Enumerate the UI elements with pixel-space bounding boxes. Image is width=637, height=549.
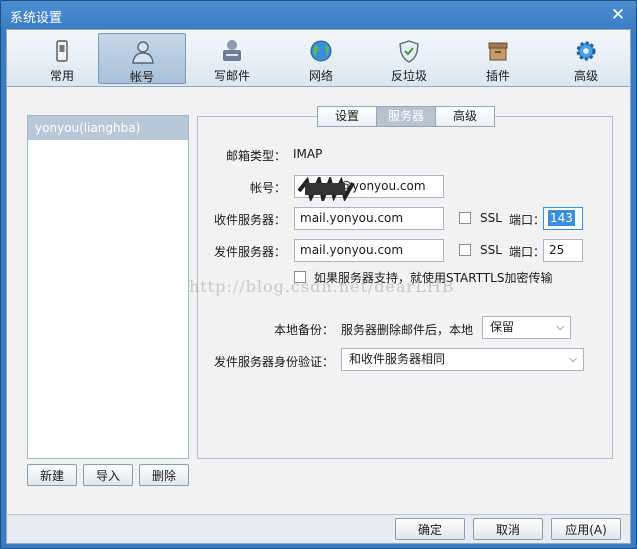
phone-icon (56, 40, 68, 62)
account-label: 帐号： (249, 181, 286, 195)
chevron-down-icon: ⌵ (556, 322, 564, 333)
account-list[interactable]: yonyou(lianghba) (27, 115, 189, 459)
ok-button[interactable]: 确定 (395, 518, 465, 540)
local-backup-label: 本地备份： (273, 323, 334, 337)
account-list-item[interactable]: yonyou(lianghba) (28, 116, 188, 140)
smtp-auth-value: 和收件服务器相同 (349, 352, 446, 366)
plugin-box-icon (488, 42, 508, 61)
tab-account-label: 帐号 (129, 70, 154, 84)
tab-compose-label: 写邮件 (213, 69, 250, 83)
local-backup-value: 保留 (490, 320, 515, 334)
apply-button[interactable]: 应用(A) (551, 518, 621, 540)
tab-antispam[interactable]: 反垃圾 (365, 33, 453, 84)
tab-antispam-label: 反垃圾 (390, 69, 427, 83)
shield-icon (399, 40, 419, 63)
tab-plugins-label: 插件 (485, 69, 510, 83)
outgoing-server-label: 发件服务器： (213, 245, 286, 259)
user-icon (132, 41, 154, 64)
incoming-port-label: 端口： (509, 213, 546, 227)
redaction-scribble (297, 177, 355, 201)
cancel-button[interactable]: 取消 (473, 518, 543, 540)
tab-advanced-label: 高级 (573, 69, 598, 83)
tab-compose[interactable]: 写邮件 (188, 33, 276, 84)
tab-common-label: 常用 (49, 69, 74, 83)
close-icon[interactable]: ✕ (608, 5, 628, 25)
tab-common[interactable]: 常用 (18, 33, 106, 84)
new-account-button[interactable]: 新建 (27, 464, 77, 486)
tab-advanced-account[interactable]: 高级 (435, 106, 495, 127)
incoming-ssl-checkbox[interactable] (459, 212, 471, 224)
gear-icon (576, 41, 596, 61)
tab-settings[interactable]: 设置 (317, 106, 377, 127)
incoming-ssl-label: SSL (480, 211, 502, 225)
settings-window: 系统设置 ✕ 常用 帐号 写邮件 网络 反垃圾 插件 高级 yonyou(lia… (0, 0, 637, 549)
local-backup-desc: 服务器删除邮件后，本地 (341, 323, 474, 337)
incoming-server-input[interactable]: mail.yonyou.com (294, 207, 444, 230)
mailbox-type-value: IMAP (293, 147, 323, 161)
smtp-auth-label: 发件服务器身份验证： (213, 355, 334, 369)
mailbox-type-label: 邮箱类型： (225, 149, 286, 163)
outgoing-port-label: 端口： (509, 245, 546, 259)
tab-advanced[interactable]: 高级 (542, 33, 630, 84)
incoming-port-input[interactable]: 143 (543, 207, 583, 230)
import-account-button[interactable]: 导入 (83, 464, 133, 486)
tab-account[interactable]: 帐号 (98, 33, 186, 84)
outgoing-port-input[interactable]: 25 (543, 239, 583, 262)
compose-icon (223, 40, 241, 61)
incoming-server-label: 收件服务器： (213, 213, 286, 227)
chevron-down-icon: ⌵ (569, 354, 577, 365)
tab-network-label: 网络 (308, 69, 333, 83)
outgoing-server-input[interactable]: mail.yonyou.com (294, 239, 444, 262)
tab-server[interactable]: 服务器 (376, 106, 436, 127)
outgoing-ssl-checkbox[interactable] (459, 244, 471, 256)
settings-toolbar: 常用 帐号 写邮件 网络 反垃圾 插件 高级 (6, 29, 631, 87)
outgoing-ssl-label: SSL (480, 243, 502, 257)
local-backup-select[interactable]: 保留 ⌵ (482, 316, 571, 339)
delete-account-button[interactable]: 删除 (139, 464, 189, 486)
tab-network[interactable]: 网络 (277, 33, 365, 84)
window-title: 系统设置 (10, 11, 63, 26)
tab-plugins[interactable]: 插件 (454, 33, 542, 84)
smtp-auth-select[interactable]: 和收件服务器相同 ⌵ (341, 348, 584, 371)
globe-icon (310, 40, 332, 62)
watermark: http://blog.csdn.net/dearLHB (189, 277, 455, 296)
title-bar: 系统设置 ✕ (1, 1, 636, 29)
